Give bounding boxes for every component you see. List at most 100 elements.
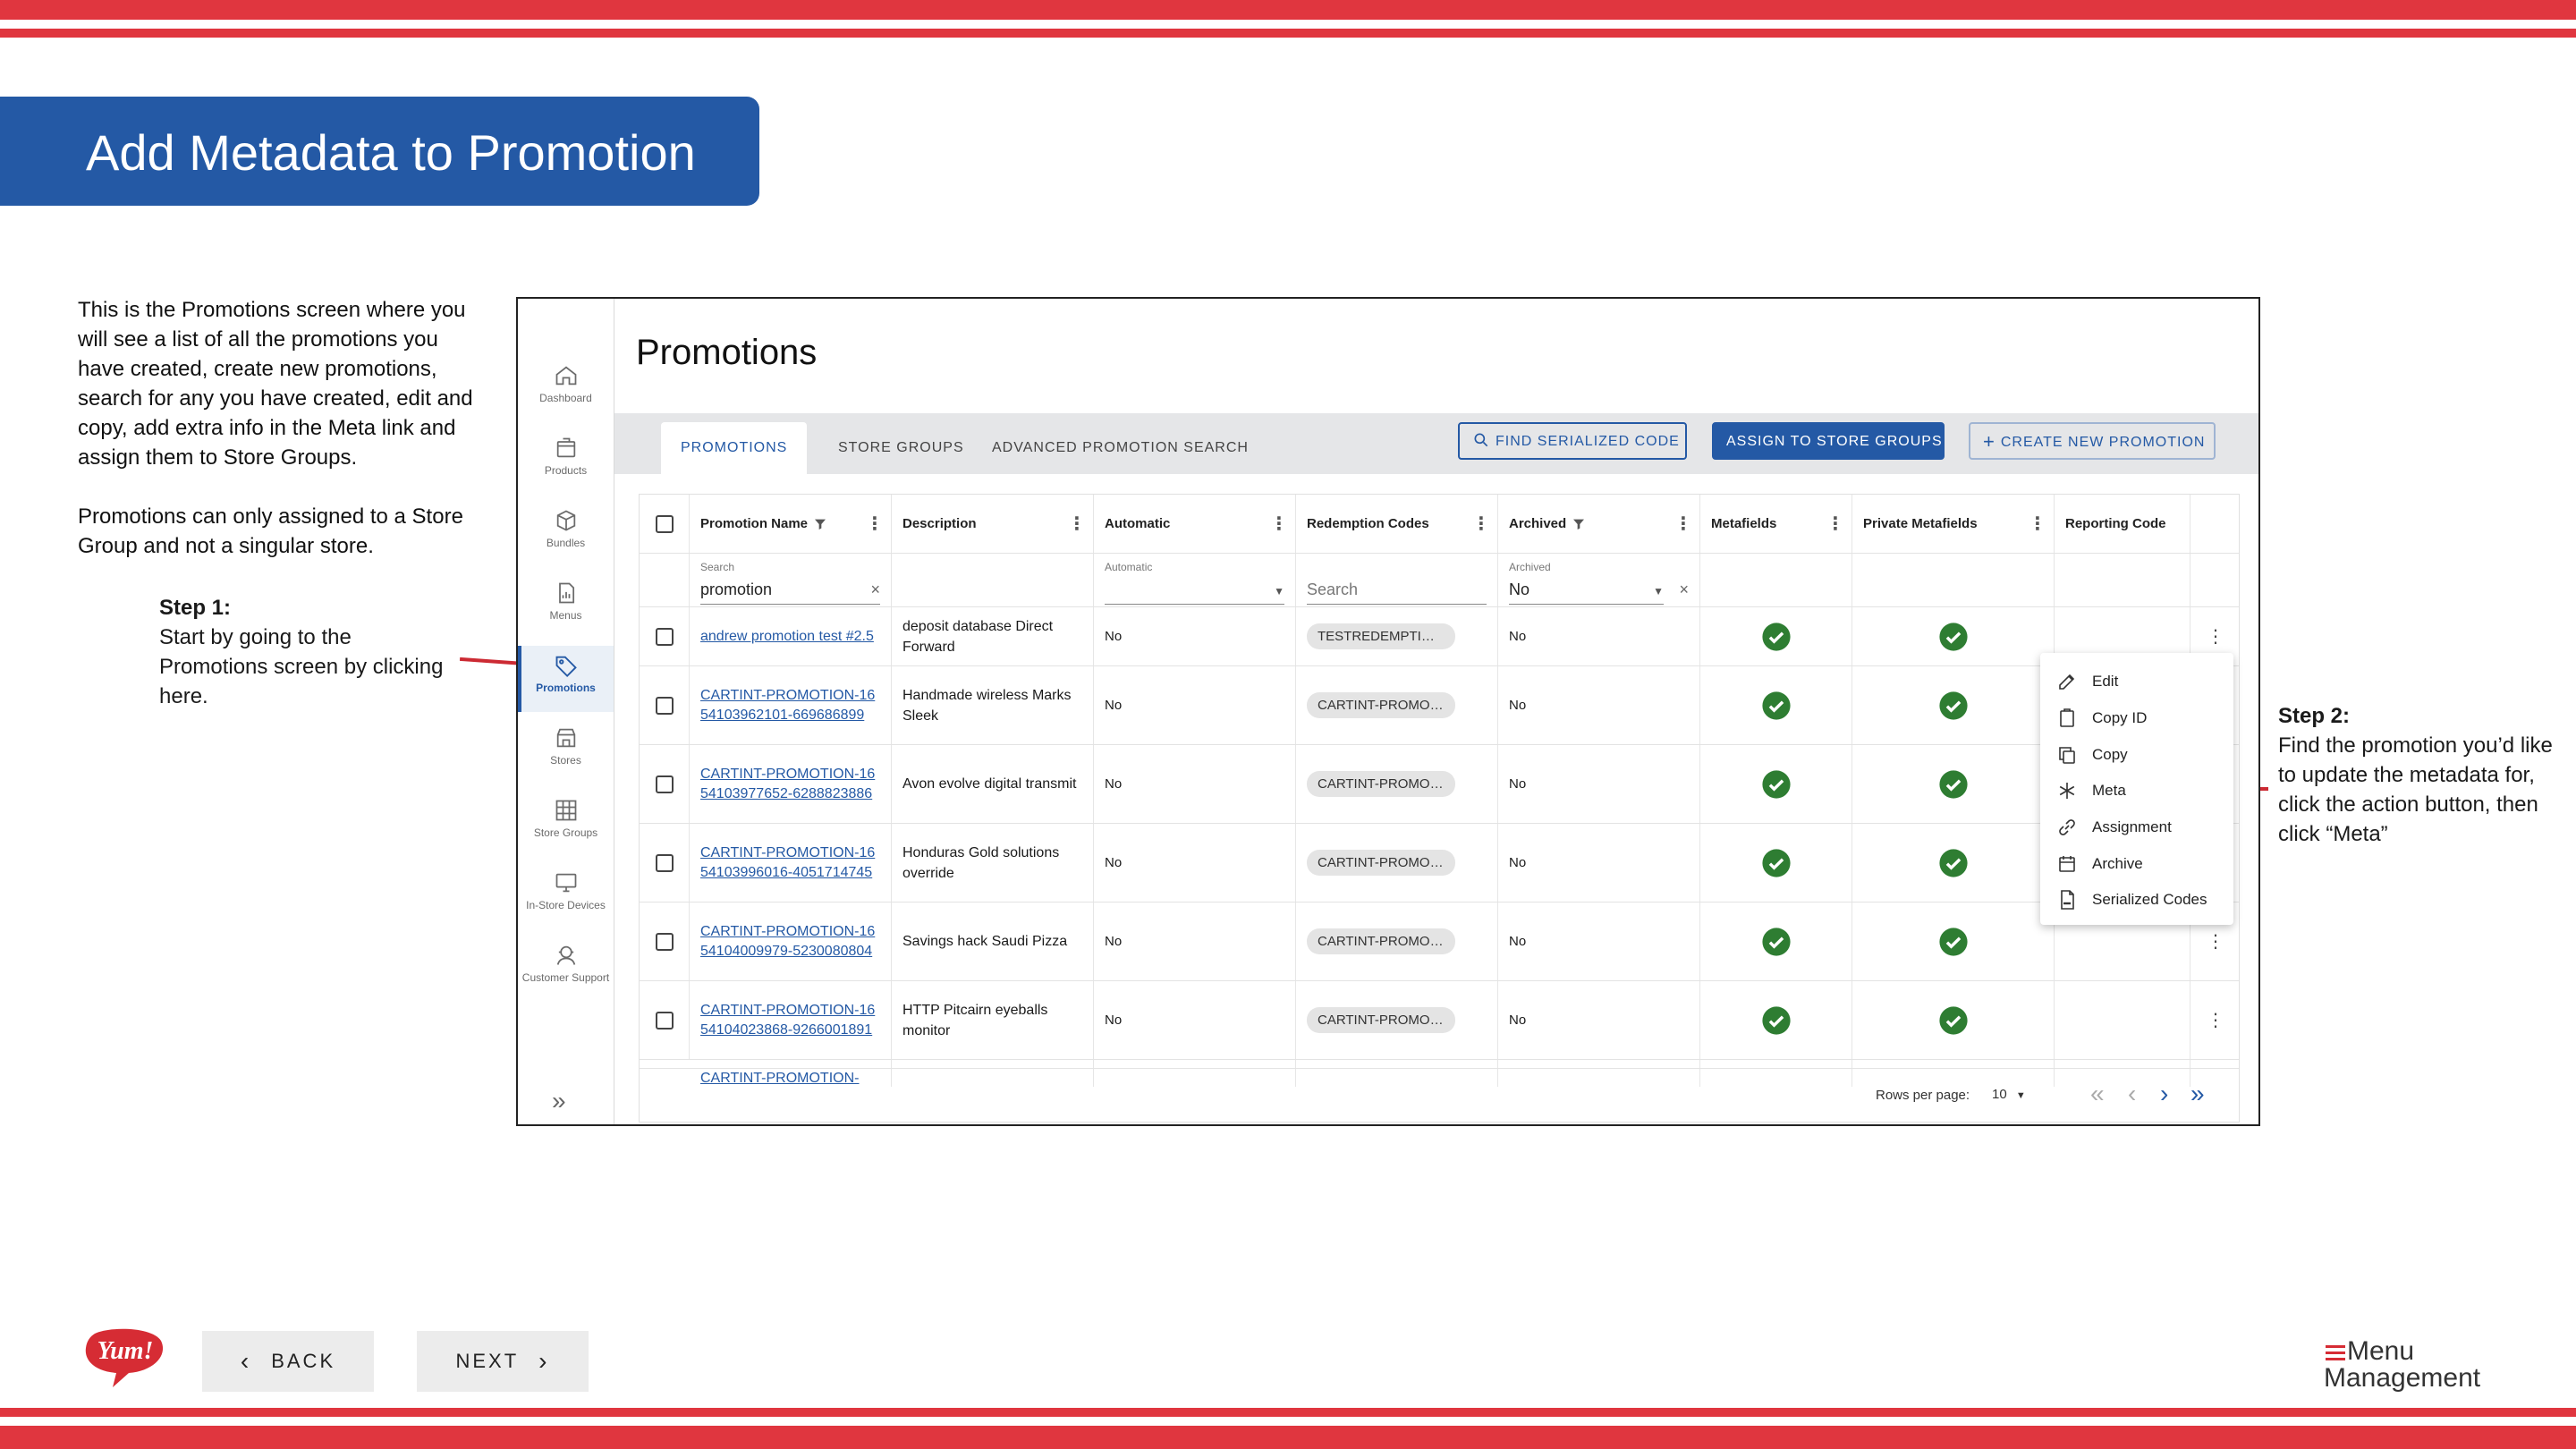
row-checkbox[interactable] [655,853,674,872]
filter-icon[interactable] [1572,517,1586,531]
redemption-search-input[interactable]: Search [1307,580,1358,599]
header-automatic[interactable]: Automatic ⋮ [1094,495,1296,553]
table-row[interactable]: CARTINT-PROMOTION-1654103962101-66968689… [640,666,2239,745]
automatic-cell: No [1094,824,1296,902]
check-circle-icon [1938,927,1968,956]
previous-page-icon[interactable]: ‹ [2128,1080,2136,1108]
csv-file-icon [2061,890,2074,911]
header-archived[interactable]: Archived ⋮ [1498,495,1700,553]
sidebar-item-store-groups[interactable]: Store Groups [518,791,614,857]
header-description[interactable]: Description ⋮ [892,495,1094,553]
select-all-checkbox[interactable] [655,514,674,533]
intro-paragraph-2: Promotions can only assigned to a Store … [78,504,463,558]
automatic-cell: No [1094,902,1296,980]
clear-icon[interactable]: × [1679,580,1689,599]
dropdown-arrow-icon[interactable]: ▼ [1274,585,1284,597]
redemption-code-chip: CARTINT-PROMOTI... [1307,692,1455,718]
sidebar-item-label: Stores [550,754,581,767]
automatic-filter[interactable]: Automatic ▼ [1094,554,1296,606]
row-checkbox[interactable] [655,627,674,646]
promotion-link[interactable]: andrew promotion test #2.5 [700,627,874,647]
sidebar-item-products[interactable]: Products [518,428,614,495]
sidebar-item-in-store-devices[interactable]: In-Store Devices [518,863,614,929]
last-page-icon[interactable]: » [2190,1080,2205,1108]
top-stripe-2 [0,29,2576,38]
clear-icon[interactable]: × [870,580,880,599]
menu-management-logo: Menu Management [2324,1338,2480,1392]
table-row[interactable]: andrew promotion test #2.5 deposit datab… [640,607,2239,666]
archived-filter[interactable]: Archived No ▼ × [1498,554,1700,606]
promotion-link[interactable]: CARTINT-PROMOTION-1654104009979-52300808… [700,922,880,962]
menu-item-copy-id[interactable]: Copy ID [2040,700,2233,737]
menu-item-copy[interactable]: Copy [2040,736,2233,773]
redemption-code-chip: CARTINT-PROMOTI... [1307,1007,1455,1033]
sidebar-item-stores[interactable]: Stores [518,718,614,784]
tab-advanced-promotion-search[interactable]: ADVANCED PROMOTION SEARCH [972,422,1268,474]
back-button[interactable]: ‹ BACK [202,1331,374,1392]
collapse-sidebar-icon[interactable]: » [552,1087,566,1115]
store-icon [556,728,575,748]
table-row[interactable]: CARTINT-PROMOTION-1654104009979-52300808… [640,902,2239,981]
column-menu-icon[interactable]: ⋮ [1270,513,1288,535]
row-actions-icon[interactable]: ⋮ [2207,1009,2224,1031]
first-page-icon[interactable]: « [2090,1080,2105,1108]
search-input[interactable]: promotion [700,580,772,599]
promotion-link[interactable]: CARTINT-PROMOTION-1654103977652-62888238… [700,765,880,804]
column-menu-icon[interactable]: ⋮ [2029,513,2046,535]
row-checkbox[interactable] [655,696,674,715]
table-row[interactable]: CARTINT-PROMOTION-1654104023868-92660018… [640,981,2239,1060]
find-serialized-code-button[interactable]: FIND SERIALIZED CODE [1458,422,1687,460]
redemption-code-filter[interactable]: Search [1296,554,1498,606]
assign-to-store-groups-button[interactable]: ASSIGN TO STORE GROUPS [1712,422,1945,460]
redemption-code-cell: CARTINT-PROMOTI... [1296,981,1498,1059]
column-menu-icon[interactable]: ⋮ [866,513,884,535]
filter-icon[interactable] [813,517,827,531]
check-circle-icon [1761,927,1791,956]
archived-select[interactable]: No [1509,580,1530,599]
sidebar-item-menus[interactable]: Menus [518,573,614,640]
promotion-link[interactable]: CARTINT-PROMOTION-1654103962101-66968689… [700,686,880,725]
column-menu-icon[interactable]: ⋮ [1826,513,1844,535]
row-select-cell [640,607,690,665]
tab-promotions[interactable]: PROMOTIONS [661,422,808,474]
row-actions-icon[interactable]: ⋮ [2207,625,2224,648]
yum-logo-text: Yum! [97,1337,154,1365]
menu-item-meta[interactable]: Meta [2040,773,2233,809]
header-reporting-code[interactable]: Reporting Code [2055,495,2190,553]
sidebar-item-promotions[interactable]: Promotions [518,646,614,712]
create-new-promotion-button[interactable]: + CREATE NEW PROMOTION [1969,422,2216,460]
menu-item-archive[interactable]: Archive [2040,845,2233,882]
sidebar-item-customer-support[interactable]: Customer Support [518,936,614,1016]
menu-item-serialized-codes[interactable]: Serialized Codes [2040,882,2233,919]
header-redemption-codes[interactable]: Redemption Codes ⋮ [1296,495,1498,553]
sidebar-item-bundles[interactable]: Bundles [518,501,614,567]
row-checkbox[interactable] [655,1011,674,1030]
tab-store-groups[interactable]: STORE GROUPS [818,422,984,474]
menu-item-edit[interactable]: Edit [2040,664,2233,700]
rows-per-page-select[interactable]: 10 ▼ [1992,1087,2026,1102]
dropdown-arrow-icon[interactable]: ▼ [1653,585,1664,597]
header-private-metafields[interactable]: Private Metafields ⋮ [1852,495,2055,553]
next-button[interactable]: NEXT › [417,1331,589,1392]
row-checkbox[interactable] [655,932,674,951]
table-row[interactable]: CARTINT-PROMOTION-1654103996016-40517147… [640,824,2239,902]
next-page-icon[interactable]: › [2160,1080,2168,1108]
column-menu-icon[interactable]: ⋮ [1674,513,1692,535]
redemption-code-cell: CARTINT-PROMOTI... [1296,824,1498,902]
input-underline [1105,604,1284,605]
filter-label: Search [700,561,735,573]
sidebar-item-dashboard[interactable]: Dashboard [518,356,614,422]
header-metafields[interactable]: Metafields ⋮ [1700,495,1852,553]
menu-item-assignment[interactable]: Assignment [2040,809,2233,846]
column-menu-icon[interactable]: ⋮ [1068,513,1086,535]
row-actions-icon[interactable]: ⋮ [2207,930,2224,953]
header-promotion-name[interactable]: Promotion Name ⋮ [690,495,892,553]
promotion-link[interactable]: CARTINT-PROMOTION-1654103996016-40517147… [700,843,880,883]
description-cell: Handmade wireless Marks Sleek [892,666,1094,744]
promotion-name-filter[interactable]: Search promotion × [690,554,892,606]
asterisk-icon [2059,783,2075,800]
row-checkbox[interactable] [655,775,674,793]
column-menu-icon[interactable]: ⋮ [1472,513,1490,535]
table-row[interactable]: CARTINT-PROMOTION-1654103977652-62888238… [640,745,2239,824]
promotion-link[interactable]: CARTINT-PROMOTION-1654104023868-92660018… [700,1001,880,1040]
